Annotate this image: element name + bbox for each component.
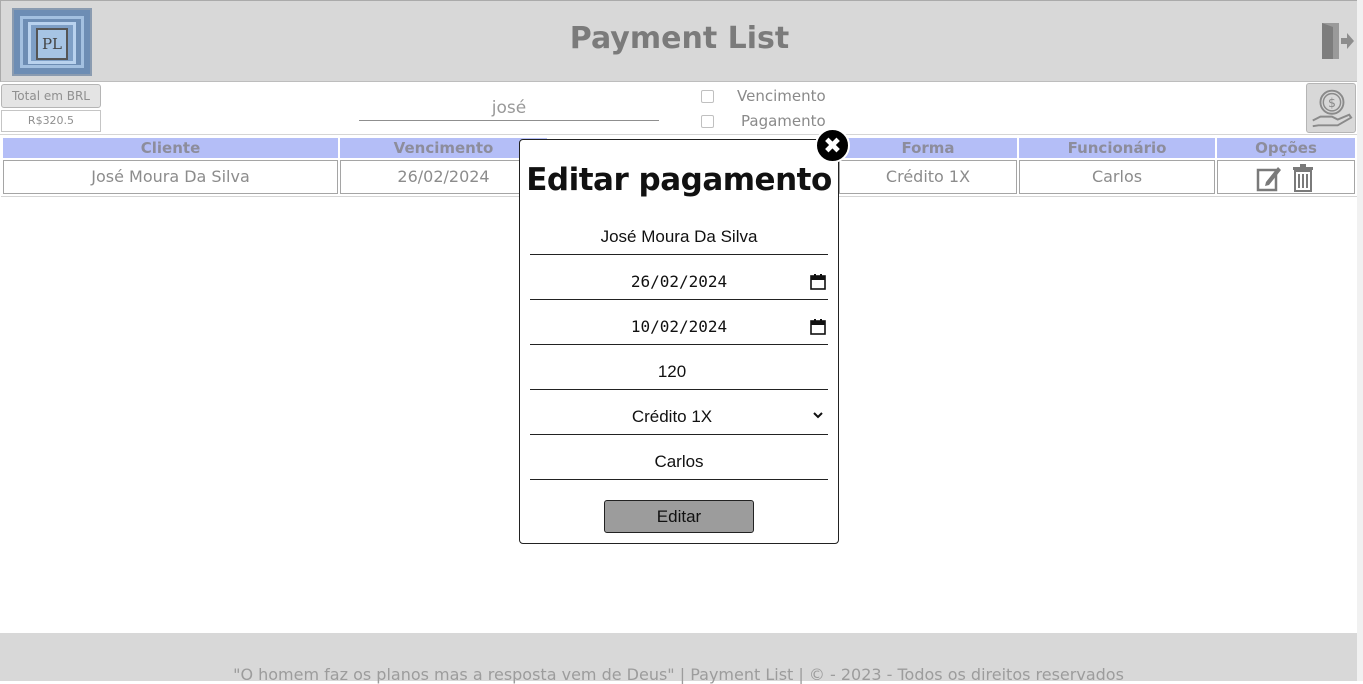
cell-vencimento: 26/02/2024 bbox=[340, 160, 547, 194]
edit-icon[interactable] bbox=[1256, 164, 1282, 192]
pagamento-checkbox[interactable] bbox=[701, 115, 714, 128]
cell-forma: Crédito 1X bbox=[839, 160, 1017, 194]
cliente-input[interactable]: José Moura Da Silva bbox=[530, 221, 828, 255]
trash-icon[interactable] bbox=[1290, 164, 1316, 192]
chevron-down-icon bbox=[813, 412, 823, 419]
column-header-funcionario: Funcionário bbox=[1019, 138, 1215, 158]
cell-cliente: José Moura Da Silva bbox=[3, 160, 338, 194]
vencimento-date-input[interactable]: 26/02/2024 bbox=[530, 266, 828, 300]
vencimento-value: 26/02/2024 bbox=[630, 272, 728, 291]
toolbar: Total em BRL R$320.5 Vencimento Pagament… bbox=[0, 83, 1357, 135]
editar-button[interactable]: Editar bbox=[604, 500, 754, 533]
modal-title: Editar pagamento bbox=[526, 162, 832, 198]
total-brl-button[interactable]: Total em BRL bbox=[1, 84, 101, 108]
exit-door-icon[interactable] bbox=[1319, 21, 1355, 61]
vencimento-checkbox[interactable] bbox=[701, 90, 714, 103]
header: PL Payment List bbox=[0, 0, 1357, 82]
scrollbar[interactable] bbox=[1357, 0, 1363, 681]
column-header-vencimento: Vencimento bbox=[340, 138, 547, 158]
edit-payment-modal: Editar pagamento José Moura Da Silva 26/… bbox=[519, 139, 839, 544]
money-button[interactable]: $ bbox=[1306, 83, 1356, 133]
forma-select[interactable]: Crédito 1X bbox=[530, 401, 828, 435]
total-value: R$320.5 bbox=[1, 110, 101, 132]
funcionario-value: Carlos bbox=[654, 452, 704, 471]
valor-input[interactable]: 120 bbox=[530, 356, 828, 390]
svg-text:$: $ bbox=[1328, 95, 1336, 110]
cell-opcoes bbox=[1217, 160, 1355, 194]
close-icon[interactable]: ✖ bbox=[815, 128, 850, 163]
vencimento-label: Vencimento bbox=[737, 87, 826, 105]
forma-value: Crédito 1X bbox=[631, 407, 713, 426]
column-header-forma: Forma bbox=[839, 138, 1017, 158]
pagamento-label: Pagamento bbox=[741, 112, 826, 130]
search-input[interactable] bbox=[359, 95, 659, 121]
calendar-icon[interactable] bbox=[810, 319, 826, 335]
money-hand-icon: $ bbox=[1312, 89, 1353, 128]
valor-value: 120 bbox=[657, 362, 687, 381]
column-header-cliente: Cliente bbox=[3, 138, 338, 158]
funcionario-input[interactable]: Carlos bbox=[530, 446, 828, 480]
pagamento-value: 10/02/2024 bbox=[630, 317, 728, 336]
column-header-opcoes: Opções bbox=[1217, 138, 1355, 158]
page-title: Payment List bbox=[569, 21, 790, 56]
cell-funcionario: Carlos bbox=[1019, 160, 1215, 194]
calendar-icon[interactable] bbox=[810, 274, 826, 290]
pagamento-date-input[interactable]: 10/02/2024 bbox=[530, 311, 828, 345]
footer: "O homem faz os planos mas a resposta ve… bbox=[0, 633, 1357, 684]
footer-text: "O homem faz os planos mas a resposta ve… bbox=[233, 665, 1124, 684]
cliente-value: José Moura Da Silva bbox=[600, 227, 758, 246]
